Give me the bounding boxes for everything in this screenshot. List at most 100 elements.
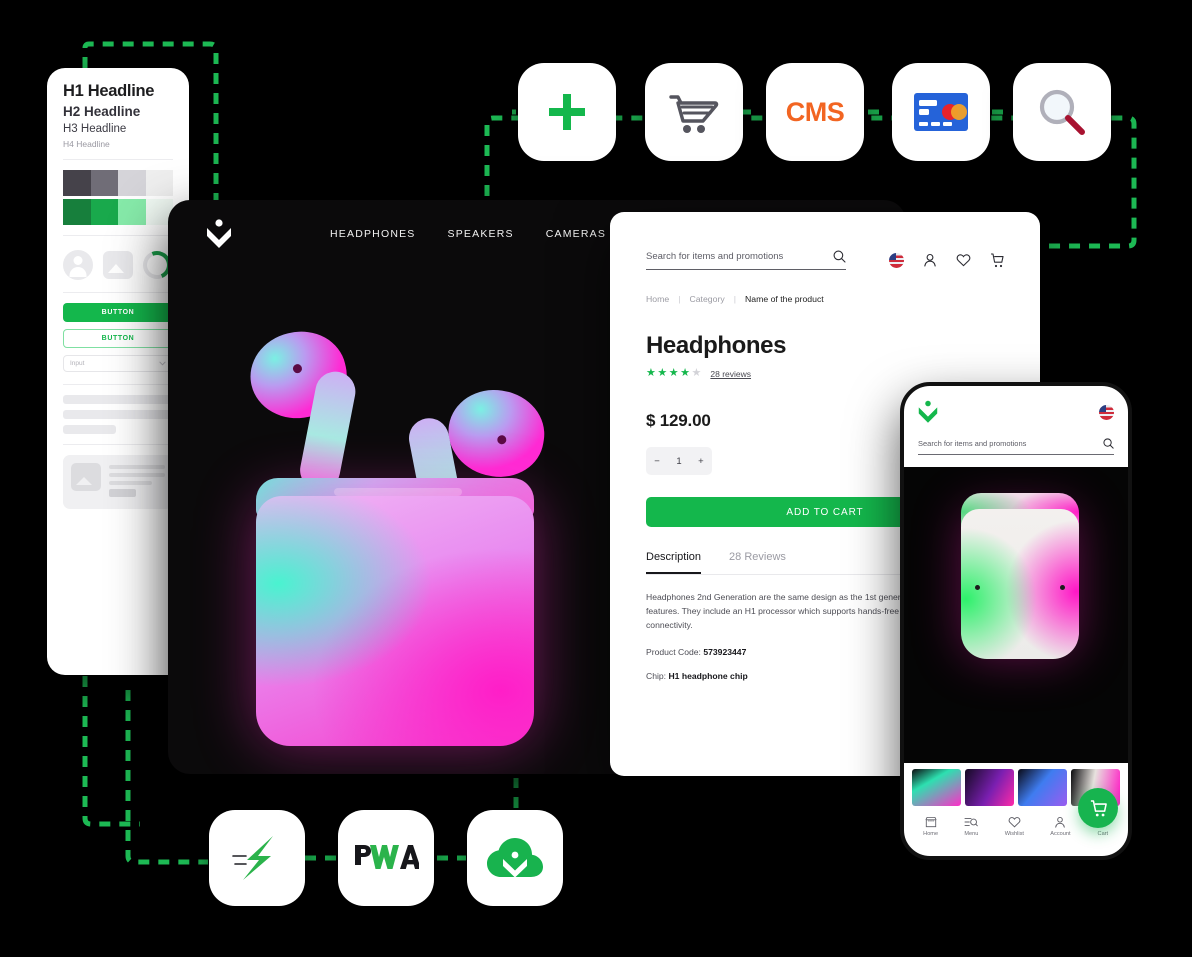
bottom-nav-label: Menu [964, 831, 979, 837]
thumbnail-item[interactable] [1018, 769, 1067, 806]
search-icon [1103, 438, 1114, 449]
spec-value: 573923447 [703, 646, 747, 657]
rating-row: ★ ★ ★ ★ ★ 28 reviews [610, 360, 1040, 379]
bottom-nav-label: Account [1050, 831, 1071, 837]
swatch-green-2 [90, 199, 118, 225]
secondary-button[interactable]: BUTTON [63, 329, 173, 348]
star-icon: ★ [646, 367, 656, 379]
icon-tile-credit-card[interactable] [892, 63, 990, 161]
swatch-green-1 [63, 199, 91, 225]
shopping-cart-icon [669, 95, 719, 133]
nav-item-headphones[interactable]: HEADPHONES [330, 228, 416, 240]
style-guide-h1: H1 Headline [63, 82, 155, 100]
palette-greens [63, 199, 173, 225]
breadcrumb-separator: | [678, 294, 681, 304]
cart-icon[interactable] [990, 252, 1004, 268]
spec-key: Chip: [646, 670, 667, 681]
thumbnail-item[interactable] [965, 769, 1014, 806]
search-input[interactable]: Search for items and promotions [646, 250, 846, 270]
nav-item-cameras[interactable]: CAMERAS [546, 228, 606, 240]
tab-reviews[interactable]: 28 Reviews [729, 551, 786, 574]
breadcrumb-separator: | [733, 294, 736, 304]
case-body [256, 496, 534, 746]
bottom-nav-wishlist[interactable]: Wishlist [1005, 816, 1024, 837]
composition-stage: H1 Headline H2 Headline H3 Headline H4 H… [0, 0, 1192, 957]
quantity-increment[interactable]: + [698, 456, 704, 467]
divider [63, 292, 173, 293]
style-guide-h4: H4 Headline [63, 139, 110, 149]
brand-chevron-logo[interactable] [206, 219, 232, 249]
tab-description[interactable]: Description [646, 551, 702, 574]
pwa-logo [355, 845, 419, 869]
icon-tile-speed[interactable] [209, 810, 305, 906]
account-icon[interactable] [923, 253, 937, 267]
quantity-value: 1 [676, 455, 682, 467]
swatch-neutral-3 [118, 170, 146, 196]
person-icon [1055, 816, 1066, 828]
icon-tile-cart[interactable] [645, 63, 743, 161]
select-placeholder: Input [70, 360, 85, 367]
plus-icon [549, 94, 585, 130]
style-guide-h3: H3 Headline [63, 123, 127, 135]
page-title: Headphones [646, 332, 787, 359]
divider [63, 444, 173, 445]
star-icon: ★ [680, 367, 690, 379]
star-icon: ★ [668, 367, 679, 379]
product-header: Search for items and promotions [610, 212, 1040, 270]
nav-item-speakers[interactable]: SPEAKERS [448, 228, 514, 240]
mobile-header-top [918, 400, 1114, 424]
mobile-bottom-nav: Home Menu Wishlist Account Cart [904, 788, 1128, 837]
cart-fab-icon[interactable] [1078, 788, 1118, 828]
reviews-link[interactable]: 28 reviews [710, 369, 751, 379]
skeleton-block [63, 395, 173, 434]
brand-chevron-logo[interactable] [918, 400, 938, 424]
card-skeleton-lines [109, 463, 165, 501]
breadcrumb-home[interactable]: Home [646, 294, 669, 304]
star-icon: ★ [657, 367, 668, 379]
divider [63, 235, 173, 236]
icon-tile-pwa[interactable] [338, 810, 434, 906]
swatch-neutral-1 [63, 170, 91, 196]
primary-button[interactable]: BUTTON [63, 303, 173, 322]
case-dot [975, 585, 980, 590]
bottom-nav-menu[interactable]: Menu [964, 816, 978, 837]
lightning-bolt-icon [232, 836, 273, 880]
quantity-stepper[interactable]: − 1 + [646, 447, 712, 475]
icon-tile-cms[interactable]: CMS [766, 63, 864, 161]
thumbnail-item[interactable] [912, 769, 961, 806]
bottom-nav-home[interactable]: Home [923, 816, 938, 837]
select-input[interactable]: Input [63, 355, 173, 372]
spec-value: H1 headphone chip [668, 670, 748, 681]
bottom-nav-account[interactable]: Account [1050, 816, 1071, 837]
chevron-down-icon [159, 361, 166, 366]
quantity-decrement[interactable]: − [654, 456, 660, 467]
card-skeleton [63, 455, 173, 509]
avatar-icon [63, 250, 93, 280]
breadcrumb-category[interactable]: Category [689, 294, 724, 304]
bottom-nav-label: Home [923, 831, 939, 837]
icon-tile-cloud[interactable] [467, 810, 563, 906]
search-placeholder: Search for items and promotions [646, 251, 784, 262]
magnifier-icon [1039, 89, 1085, 135]
mobile-case-body [961, 509, 1079, 659]
store-icon [925, 816, 937, 828]
breadcrumb: Home | Category | Name of the product [610, 270, 1040, 304]
breadcrumb-current: Name of the product [744, 294, 824, 304]
swatch-neutral-2 [90, 170, 118, 196]
flag-usa-icon[interactable] [1099, 404, 1114, 420]
heart-icon [1008, 817, 1021, 828]
menu-search-icon [964, 818, 979, 827]
icon-tile-search[interactable] [1013, 63, 1111, 161]
mobile-product-photo [904, 467, 1128, 763]
mobile-search-input[interactable]: Search for items and promotions [918, 438, 1114, 455]
mobile-header: Search for items and promotions [904, 386, 1128, 455]
cloud-download-icon [487, 838, 543, 878]
wishlist-heart-icon[interactable] [956, 253, 971, 267]
bottom-nav-label: Wishlist [1004, 831, 1024, 837]
star-rating: ★ ★ ★ ★ ★ [646, 368, 701, 379]
flag-usa-icon[interactable] [889, 252, 904, 268]
image-icon [71, 463, 101, 491]
mobile-search-placeholder: Search for items and promotions [918, 439, 1027, 448]
divider [63, 159, 173, 160]
icon-tile-plus[interactable] [518, 63, 616, 161]
